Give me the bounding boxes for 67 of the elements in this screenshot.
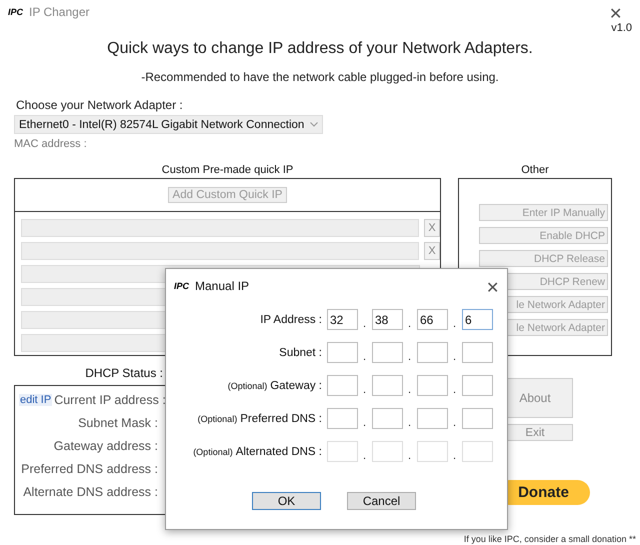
octet-field[interactable] xyxy=(462,342,493,363)
ok-button[interactable]: OK xyxy=(252,492,321,510)
mac-address-label: MAC address : xyxy=(14,138,87,150)
octet-field[interactable]: 38 xyxy=(372,309,403,330)
octet-field[interactable] xyxy=(372,408,403,429)
dhcp-status-label: DHCP Status : xyxy=(85,366,163,380)
quick-ip-field[interactable] xyxy=(21,219,420,237)
cancel-button[interactable]: Cancel xyxy=(347,492,416,510)
adapter-dropdown[interactable]: Ethernet0 - Intel(R) 82574L Gigabit Network Connection xyxy=(14,115,323,134)
optional-label: (Optional) xyxy=(228,380,268,390)
optional-label: (Optional) xyxy=(193,446,233,456)
recommendation-text: -Recommended to have the network cable plugged-in before using. xyxy=(141,70,499,84)
field-label: Gateway : xyxy=(270,380,322,392)
octet-field[interactable] xyxy=(372,375,403,396)
octet-field[interactable] xyxy=(462,375,493,396)
remove-button[interactable]: X xyxy=(424,219,440,237)
octet-separator: . xyxy=(452,417,457,429)
octet-field[interactable] xyxy=(327,342,358,363)
octet-field[interactable] xyxy=(327,375,358,396)
octet-field[interactable]: 6 xyxy=(462,309,493,330)
quick-ip-field[interactable] xyxy=(21,242,420,260)
octet-field[interactable] xyxy=(417,375,448,396)
octet-separator: . xyxy=(362,384,367,396)
field-label: Subnet : xyxy=(279,346,322,358)
panel-title: Other xyxy=(521,164,549,176)
status-field-label: Subnet Mask : xyxy=(77,416,158,430)
octet-field[interactable] xyxy=(327,408,358,429)
octet-field[interactable]: 66 xyxy=(417,309,448,330)
octet-field[interactable] xyxy=(417,342,448,363)
heading: Quick ways to change IP address of your Network Adapters. xyxy=(107,40,533,57)
dialog-title: Manual IP xyxy=(195,279,250,293)
app-logo: IPC xyxy=(8,7,24,17)
edit-ip-link[interactable]: edit IP xyxy=(19,394,52,406)
octet-separator: . xyxy=(407,318,412,330)
octet-separator: . xyxy=(452,450,457,462)
octet-field[interactable] xyxy=(417,408,448,429)
optional-label: (Optional) xyxy=(198,414,238,424)
remove-button[interactable]: X xyxy=(424,242,440,260)
window-title: IP Changer xyxy=(29,5,90,19)
octet-separator: . xyxy=(362,450,367,462)
octet-field[interactable] xyxy=(372,342,403,363)
status-field-label: Current IP address : xyxy=(54,393,166,407)
chevron-icon xyxy=(310,122,318,127)
octet-field[interactable]: 32 xyxy=(327,309,358,330)
status-field-label: Gateway address : xyxy=(52,439,158,453)
octet-separator: . xyxy=(362,417,367,429)
octet-separator: . xyxy=(407,351,412,363)
octet-separator: . xyxy=(452,318,457,330)
donation-note: If you like IPC, consider a small donation ** xyxy=(464,534,636,544)
panel-title: Custom Pre-made quick IP xyxy=(162,164,294,176)
status-field-label: Preferred DNS address : xyxy=(20,462,158,476)
octet-separator: . xyxy=(407,384,412,396)
octet-separator: . xyxy=(362,318,367,330)
close-icon[interactable]: ✕ xyxy=(609,4,622,24)
octet-separator: . xyxy=(362,351,367,363)
adapter-label: Choose your Network Adapter : xyxy=(16,98,183,112)
version-label: v1.0 xyxy=(611,22,632,34)
octet-separator: . xyxy=(407,450,412,462)
field-label: Preferred DNS : xyxy=(240,412,322,424)
field-label: IP Address : xyxy=(260,314,322,326)
octet-field[interactable] xyxy=(462,408,493,429)
octet-separator: . xyxy=(407,417,412,429)
status-field-label: Alternate DNS address : xyxy=(22,485,158,499)
field-label: Alternated DNS : xyxy=(236,446,322,458)
octet-separator: . xyxy=(452,351,457,363)
octet-separator: . xyxy=(452,384,457,396)
app-logo: IPC xyxy=(174,281,190,291)
